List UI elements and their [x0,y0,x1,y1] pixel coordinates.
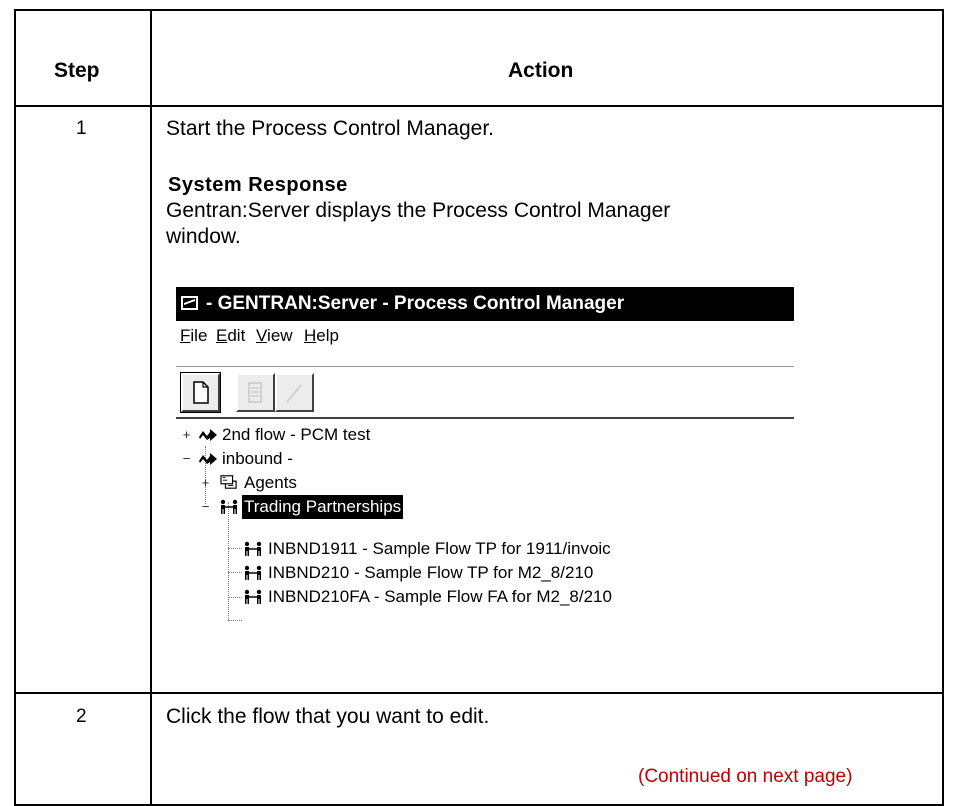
properties-icon [248,382,262,403]
tree-item-partner[interactable]: INBND210 - Sample Flow TP for M2_8/210 [176,561,786,585]
menu-view[interactable]: View [256,321,293,351]
system-response-text: Gentran:Server displays the Process Cont… [166,199,671,222]
tree-item-inbound[interactable]: − inbound - [176,447,776,471]
system-response-title: System Response [168,174,348,196]
edit-icon [286,384,302,403]
expand-icon[interactable]: + [200,476,211,489]
tree-item-label: INBND210 - Sample Flow TP for M2_8/210 [268,563,594,582]
expand-icon[interactable]: + [181,428,192,441]
system-response-text: window. [166,225,241,248]
tree-connector [228,620,242,621]
tree-item-label: INBND1911 - Sample Flow TP for 1911/invo… [268,539,611,558]
flow-icon [199,453,217,465]
tree-item-2nd-flow[interactable]: + 2nd flow - PCM test [176,423,776,447]
step-number: 1 [76,118,87,139]
new-document-icon [193,381,209,404]
partners-icon [220,499,238,514]
partner-icon [244,541,262,556]
window-title-bar: - GENTRAN:Server - Process Control Manag… [176,287,794,321]
partner-icon [244,565,262,580]
tree-item-agents[interactable]: + Agents [176,471,776,495]
tree-item-label: Agents [244,473,297,492]
step-number: 2 [76,706,87,727]
tree-item-label: 2nd flow - PCM test [222,425,371,444]
tree-item-label: inbound - [222,449,293,468]
toolbar-separator-highlight [176,367,794,368]
menu-help[interactable]: Help [304,321,339,351]
window-title: - GENTRAN:Server - Process Control Manag… [206,293,625,314]
new-button[interactable] [181,373,220,412]
table-right-border [942,9,944,806]
action-column-header: Action [508,59,574,82]
continued-note: (Continued on next page) [638,766,853,787]
properties-button[interactable] [236,373,275,412]
menu-bar: File Edit View Help [176,321,794,351]
pcm-window-screenshot: - GENTRAN:Server - Process Control Manag… [176,287,794,652]
tree-item-trading-partnerships[interactable]: − Trading Partnerships [176,495,776,519]
column-divider [150,9,152,806]
tree-item-label: Trading Partnerships [242,495,404,519]
tree-item-label: INBND210FA - Sample Flow FA for M2_8/210 [268,587,612,606]
collapse-icon[interactable]: − [181,452,192,465]
collapse-icon[interactable]: − [200,500,211,513]
header-row-border [14,105,944,107]
step-column-header: Step [54,59,100,82]
table-top-border [14,9,944,11]
partner-icon [244,589,262,604]
app-icon [181,296,198,310]
menu-file[interactable]: File [180,321,207,351]
tree-item-partner[interactable]: INBND1911 - Sample Flow TP for 1911/invo… [176,537,786,561]
menu-edit[interactable]: Edit [216,321,245,351]
flow-icon [199,429,217,441]
process-tree: + 2nd flow - PCM test − inbound - + Agen… [176,420,794,652]
edit-button[interactable] [275,373,314,412]
row1-bottom-border [14,692,944,694]
step-action-text: Click the flow that you want to edit. [166,705,490,728]
agents-icon [220,475,237,489]
table-left-border [14,9,16,806]
tree-top-border [176,417,794,419]
step-action-text: Start the Process Control Manager. [166,117,494,140]
tree-item-partner[interactable]: INBND210FA - Sample Flow FA for M2_8/210 [176,585,786,609]
